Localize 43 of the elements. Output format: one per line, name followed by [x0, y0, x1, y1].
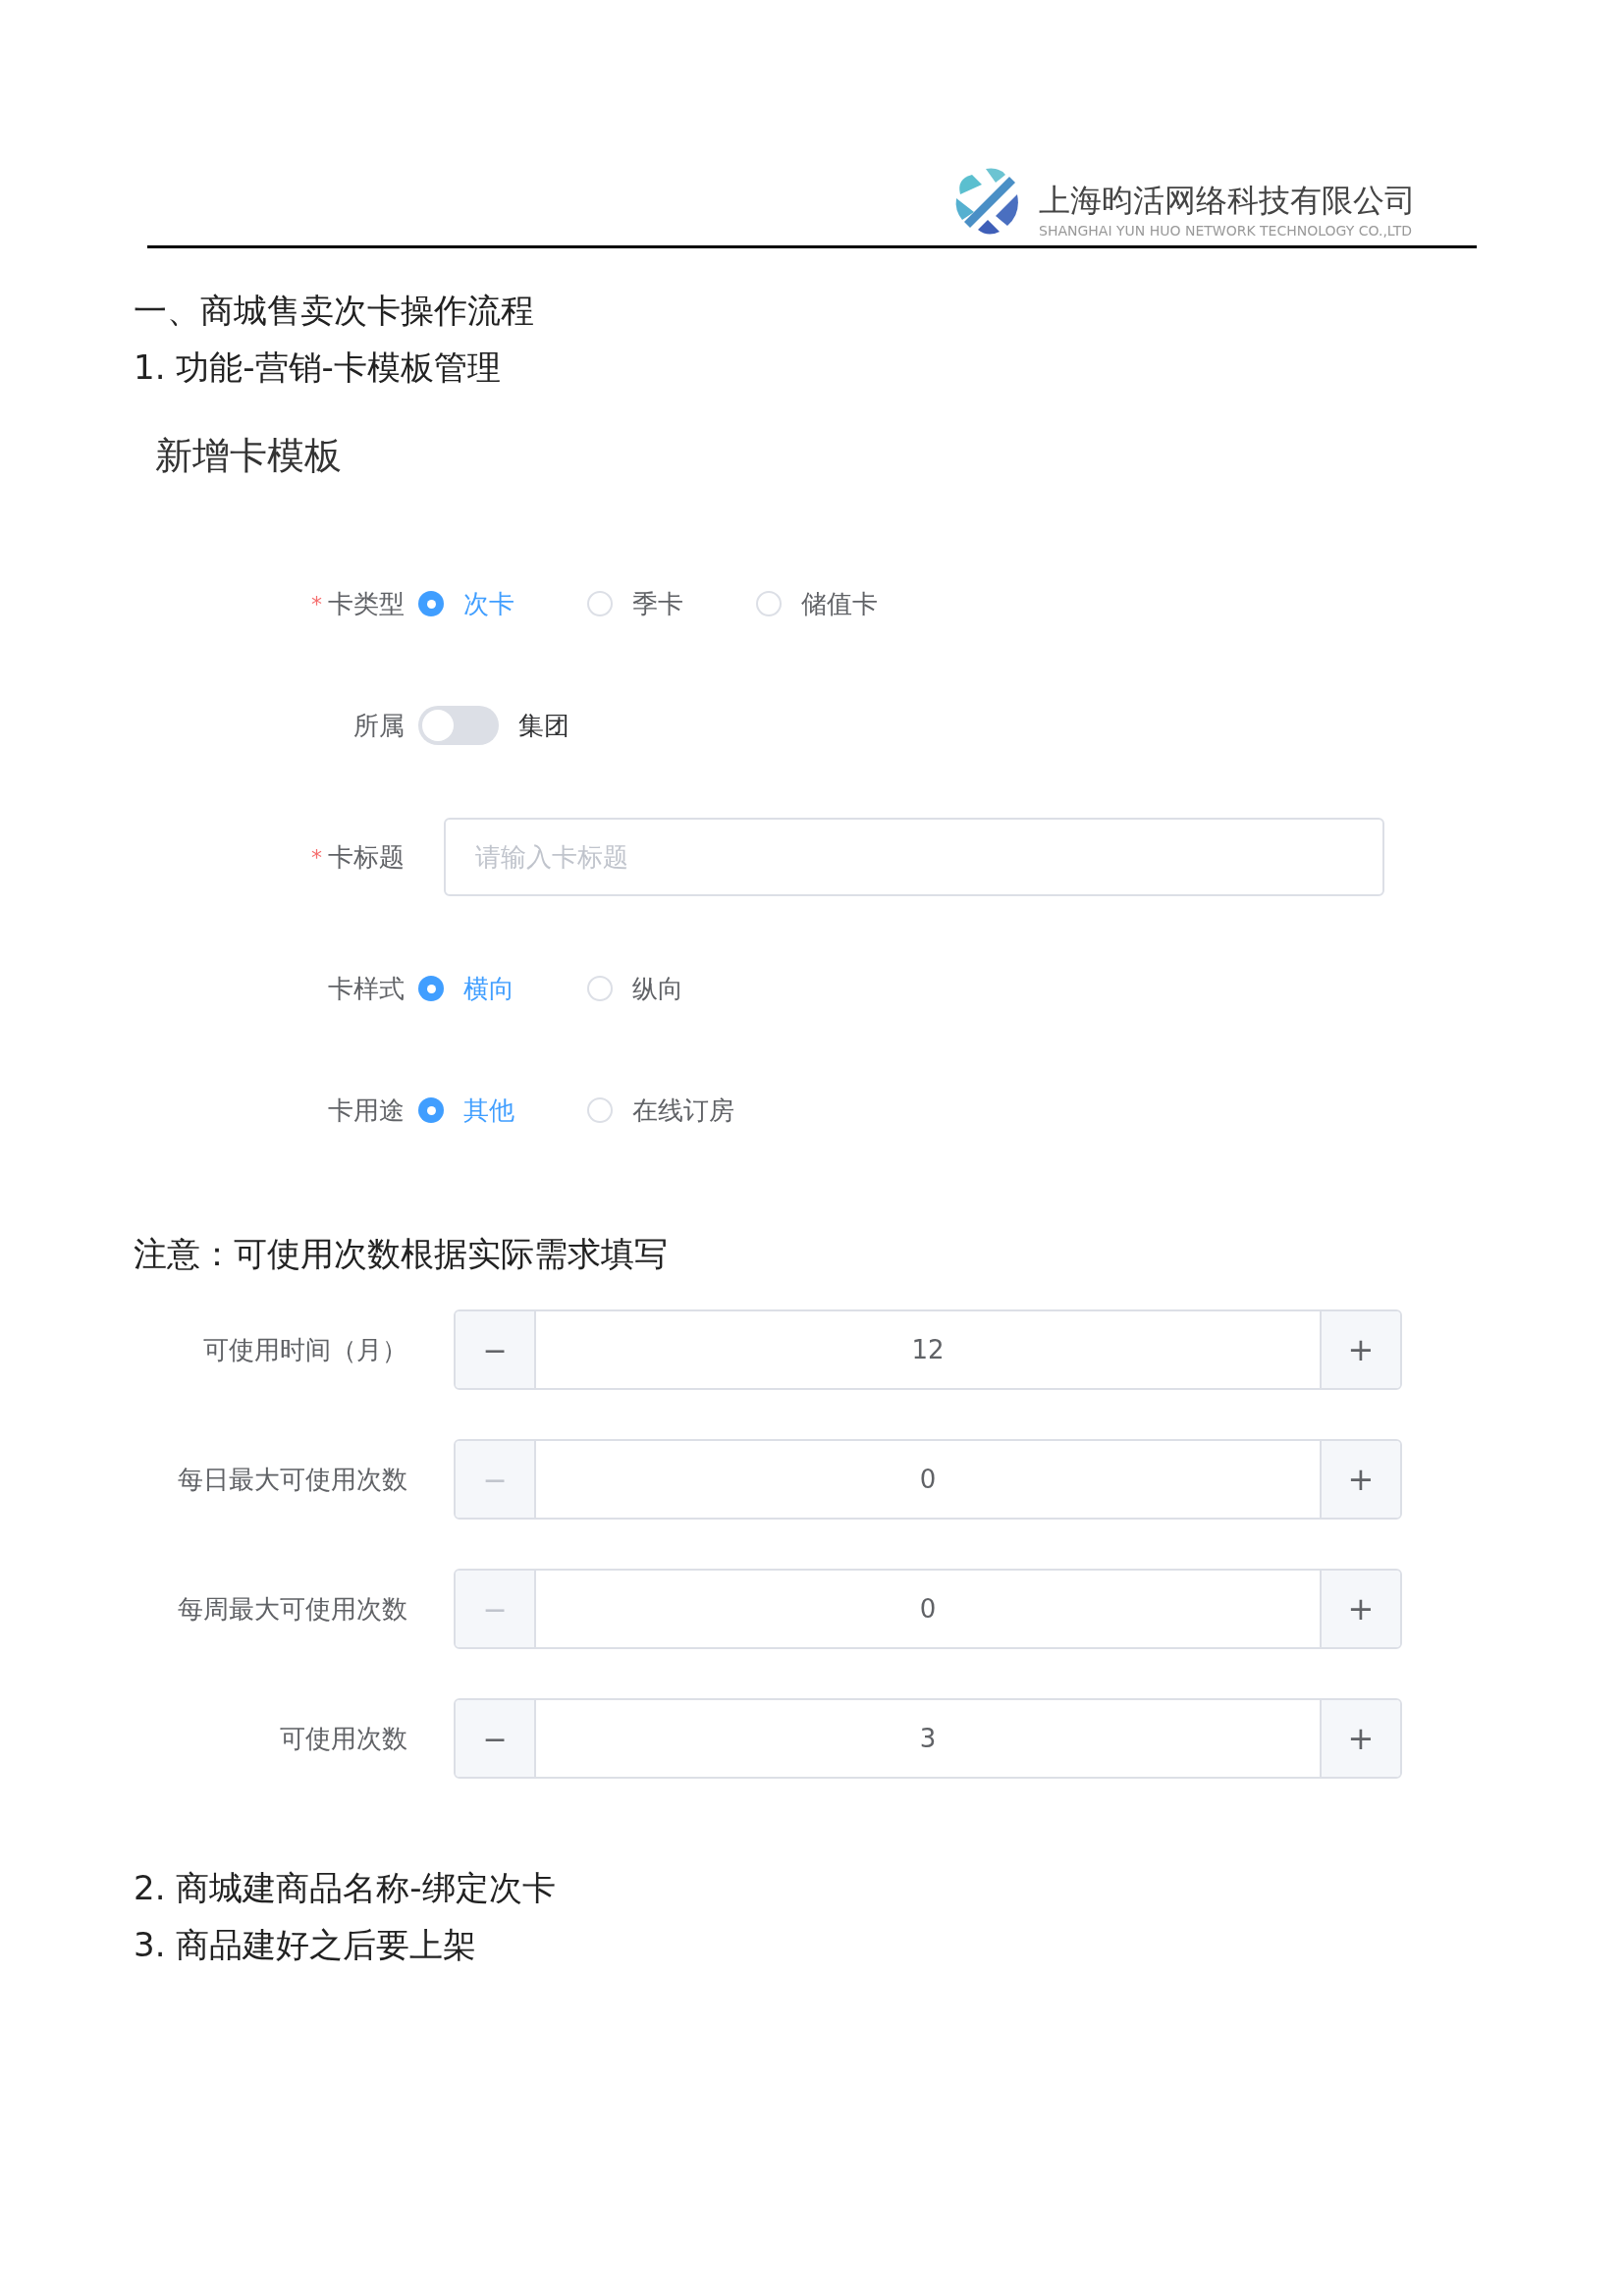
switch-label: 集团 [518, 709, 569, 742]
number-value[interactable]: 3 [536, 1700, 1320, 1777]
step-line: 3. 商品建好之后要上架 [134, 1924, 478, 1966]
company-name: 上海昀活网络科技有限公司 [1039, 181, 1416, 220]
radio-button[interactable] [418, 976, 444, 1001]
decrease-button[interactable]: − [456, 1700, 536, 1777]
radio-label[interactable]: 季卡 [632, 584, 683, 623]
field-label: 可使用时间（月） [202, 1333, 408, 1366]
radio-button[interactable] [587, 591, 613, 616]
field-label: 卡标题 [328, 840, 405, 874]
number-value[interactable]: 0 [536, 1441, 1320, 1518]
radio-button[interactable] [587, 1097, 613, 1123]
field-label: 可使用次数 [279, 1722, 408, 1755]
required-mark: * [311, 590, 322, 618]
radio-button[interactable] [418, 1097, 444, 1123]
radio-label[interactable]: 储值卡 [801, 584, 878, 623]
company-name-english: SHANGHAI YUN HUO NETWORK TECHNOLOGY CO.,LTD [1039, 222, 1414, 240]
toggle-switch[interactable] [418, 706, 499, 745]
radio-button[interactable] [587, 976, 613, 1001]
field-label: 所属 [353, 709, 405, 742]
field-label: 卡类型 [328, 587, 405, 620]
increase-button[interactable]: + [1320, 1441, 1400, 1518]
radio-button[interactable] [418, 591, 444, 616]
number-value[interactable]: 0 [536, 1571, 1320, 1647]
heading-line: 1. 功能-营销-卡模板管理 [134, 347, 502, 389]
form-title: 新增卡模板 [155, 433, 343, 479]
required-mark: * [311, 843, 322, 872]
radio-button[interactable] [756, 591, 782, 616]
decrease-button[interactable]: − [456, 1311, 536, 1388]
note-text: 注意：可使用次数根据实际需求填写 [134, 1233, 669, 1275]
radio-label[interactable]: 在线订房 [632, 1091, 734, 1130]
increase-button[interactable]: + [1320, 1571, 1400, 1647]
field-label: 卡用途 [328, 1094, 405, 1127]
heading-line: 一、商城售卖次卡操作流程 [134, 290, 535, 332]
field-label: 卡样式 [328, 972, 405, 1005]
increase-button[interactable]: + [1320, 1700, 1400, 1777]
title-input-field[interactable]: 请输入卡标题 [444, 818, 1384, 896]
step-line: 2. 商城建商品名称-绑定次卡 [134, 1867, 557, 1909]
increase-button[interactable]: + [1320, 1311, 1400, 1388]
number-value[interactable]: 12 [536, 1311, 1320, 1388]
radio-label[interactable]: 纵向 [632, 969, 683, 1008]
field-label: 每周最大可使用次数 [177, 1592, 408, 1626]
field-label: 每日最大可使用次数 [177, 1463, 408, 1496]
